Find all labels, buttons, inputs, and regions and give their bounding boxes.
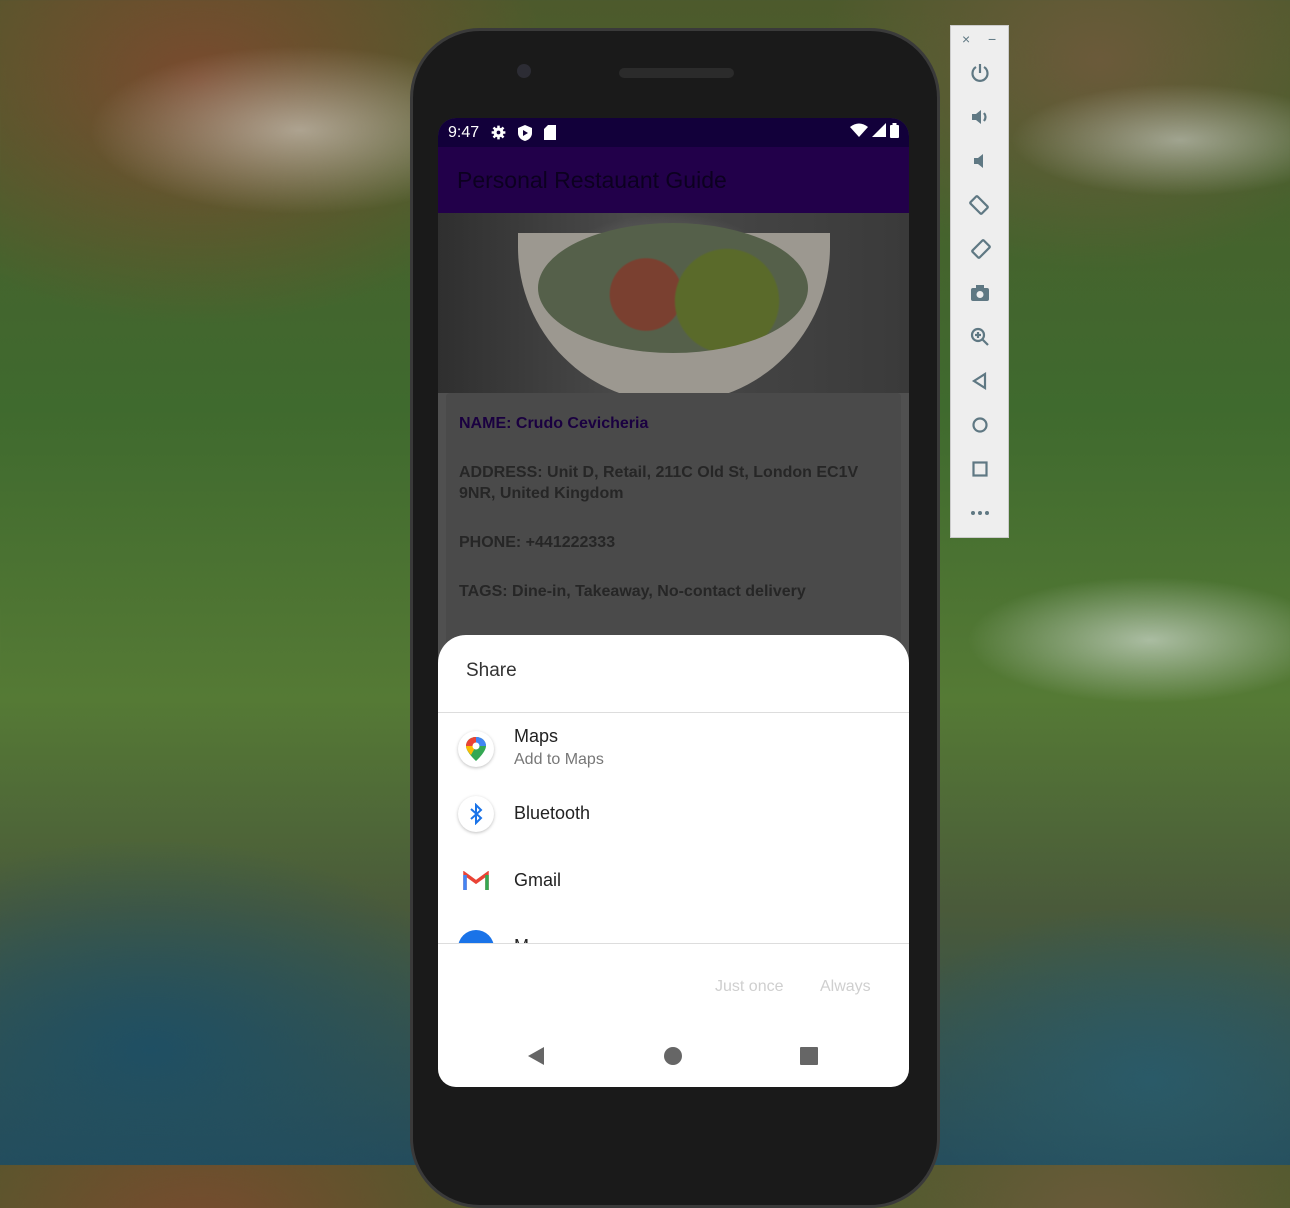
salad-image <box>538 223 808 353</box>
rotate-right-icon[interactable] <box>968 237 992 261</box>
home-icon[interactable] <box>968 413 992 437</box>
settings-icon <box>491 125 506 140</box>
recents-icon[interactable] <box>800 1047 818 1070</box>
status-bar: 9:47 <box>438 118 909 147</box>
front-camera <box>517 64 531 78</box>
power-icon[interactable] <box>968 61 992 85</box>
navigation-bar <box>438 1035 909 1075</box>
share-target-label: Gmail <box>514 870 562 890</box>
gmail-icon <box>458 863 494 899</box>
share-sheet: Share Maps Add to Maps Bluetooth Gmail M… <box>438 635 909 1087</box>
share-target-sublabel: Add to Maps <box>514 751 604 768</box>
earpiece-speaker <box>619 68 734 78</box>
back-icon[interactable] <box>527 1047 545 1070</box>
minimize-button[interactable]: − <box>988 31 996 47</box>
share-target-messages[interactable]: M <box>438 919 909 943</box>
divider <box>438 943 909 944</box>
status-time: 9:47 <box>448 123 480 141</box>
share-target-maps[interactable]: Maps Add to Maps <box>438 719 909 779</box>
restaurant-photo <box>438 213 909 403</box>
screenshot-icon[interactable] <box>968 281 992 305</box>
close-button[interactable]: × <box>962 31 970 47</box>
restaurant-details-card: NAME: Crudo Cevicheria ADDRESS: Unit D, … <box>446 393 901 653</box>
share-target-gmail[interactable]: Gmail <box>438 852 909 912</box>
bluetooth-icon <box>458 796 494 832</box>
emulator-toolbar: × − <box>950 25 1009 538</box>
restaurant-tags: TAGS: Dine-in, Takeaway, No-contact deli… <box>459 583 806 600</box>
sd-card-icon <box>544 125 557 140</box>
wifi-icon <box>850 123 868 142</box>
overview-icon[interactable] <box>968 457 992 481</box>
share-sheet-title: Share <box>466 660 517 681</box>
volume-down-icon[interactable] <box>968 149 992 173</box>
messages-icon <box>458 930 494 943</box>
more-icon[interactable] <box>968 501 992 525</box>
zoom-icon[interactable] <box>968 325 992 349</box>
share-target-label: Bluetooth <box>514 803 591 823</box>
signal-icon <box>872 123 886 142</box>
restaurant-name: NAME: Crudo Cevicheria <box>459 415 649 432</box>
restaurant-phone: PHONE: +441222333 <box>459 534 616 551</box>
google-maps-icon <box>458 731 494 767</box>
device-screen: 9:47 Personal Restauant Guide NAME: Crud… <box>438 118 909 1087</box>
app-bar: Personal Restauant Guide <box>438 147 909 213</box>
battery-icon <box>890 122 899 143</box>
share-target-label: M <box>514 936 529 943</box>
just-once-button[interactable]: Just once <box>715 978 783 996</box>
always-button[interactable]: Always <box>820 978 871 996</box>
share-target-bluetooth[interactable]: Bluetooth <box>438 785 909 845</box>
share-target-label: Maps <box>514 726 559 746</box>
app-title: Personal Restauant Guide <box>457 166 727 193</box>
shield-play-icon <box>518 124 533 141</box>
rotate-left-icon[interactable] <box>968 193 992 217</box>
restaurant-address: ADDRESS: Unit D, Retail, 211C Old St, Lo… <box>459 464 859 502</box>
home-icon[interactable] <box>664 1047 682 1070</box>
back-icon[interactable] <box>968 369 992 393</box>
divider <box>438 712 909 713</box>
volume-up-icon[interactable] <box>968 105 992 129</box>
